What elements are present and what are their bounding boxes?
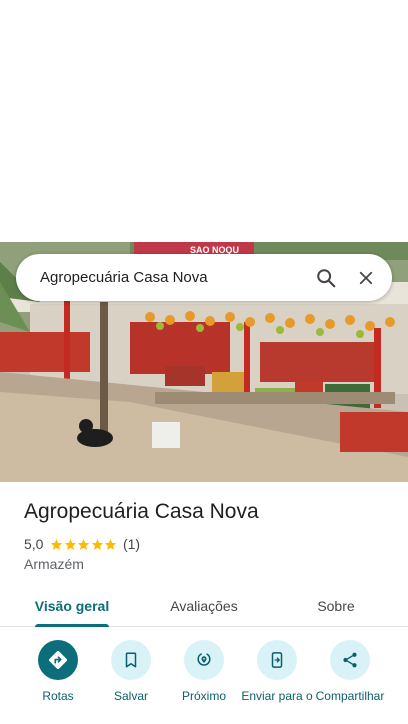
rating-value: 5,0	[24, 536, 44, 552]
share-icon	[330, 640, 370, 680]
nearby-button[interactable]: Próximo	[167, 640, 241, 703]
share-label: Compartilhar	[315, 689, 385, 703]
tab-bar: Visão geral Avaliações Sobre	[0, 584, 408, 627]
star-icon	[91, 538, 104, 550]
rating-stars	[50, 538, 118, 551]
directions-label: Rotas	[42, 689, 74, 703]
tab-about[interactable]: Sobre	[286, 584, 386, 627]
tab-overview-label: Visão geral	[34, 597, 110, 614]
action-bar: Rotas Salvar Próximo Enviar para o Compa…	[0, 640, 408, 724]
tab-about-label: Sobre	[317, 597, 355, 614]
share-button[interactable]: Compartilhar	[313, 640, 387, 703]
nearby-icon	[184, 640, 224, 680]
tab-reviews-label: Avaliações	[170, 597, 238, 614]
search-icon[interactable]	[306, 258, 346, 298]
place-title: Agropecuária Casa Nova	[24, 500, 259, 523]
active-tab-indicator	[35, 624, 109, 627]
close-icon[interactable]	[346, 258, 386, 298]
send-to-phone-label: Enviar para o	[241, 689, 313, 703]
tab-reviews[interactable]: Avaliações	[154, 584, 254, 627]
directions-icon	[38, 640, 78, 680]
send-to-phone-button[interactable]: Enviar para o	[240, 640, 314, 703]
send-to-phone-icon	[257, 640, 297, 680]
place-category: Armazém	[24, 556, 84, 572]
tab-overview[interactable]: Visão geral	[22, 584, 122, 627]
rating-row[interactable]: 5,0 (1)	[24, 536, 140, 552]
search-input[interactable]: Agropecuária Casa Nova	[40, 269, 306, 286]
bookmark-icon	[111, 640, 151, 680]
map-blank-area	[0, 0, 408, 242]
nearby-label: Próximo	[181, 689, 226, 703]
review-count[interactable]: (1)	[123, 536, 140, 552]
save-label: Salvar	[113, 689, 148, 703]
star-icon	[105, 538, 117, 550]
save-button[interactable]: Salvar	[94, 640, 168, 703]
star-icon	[64, 538, 77, 550]
search-bar[interactable]: Agropecuária Casa Nova	[16, 254, 392, 301]
star-icon	[51, 538, 63, 550]
directions-button[interactable]: Rotas	[21, 640, 95, 703]
star-icon	[78, 538, 90, 550]
